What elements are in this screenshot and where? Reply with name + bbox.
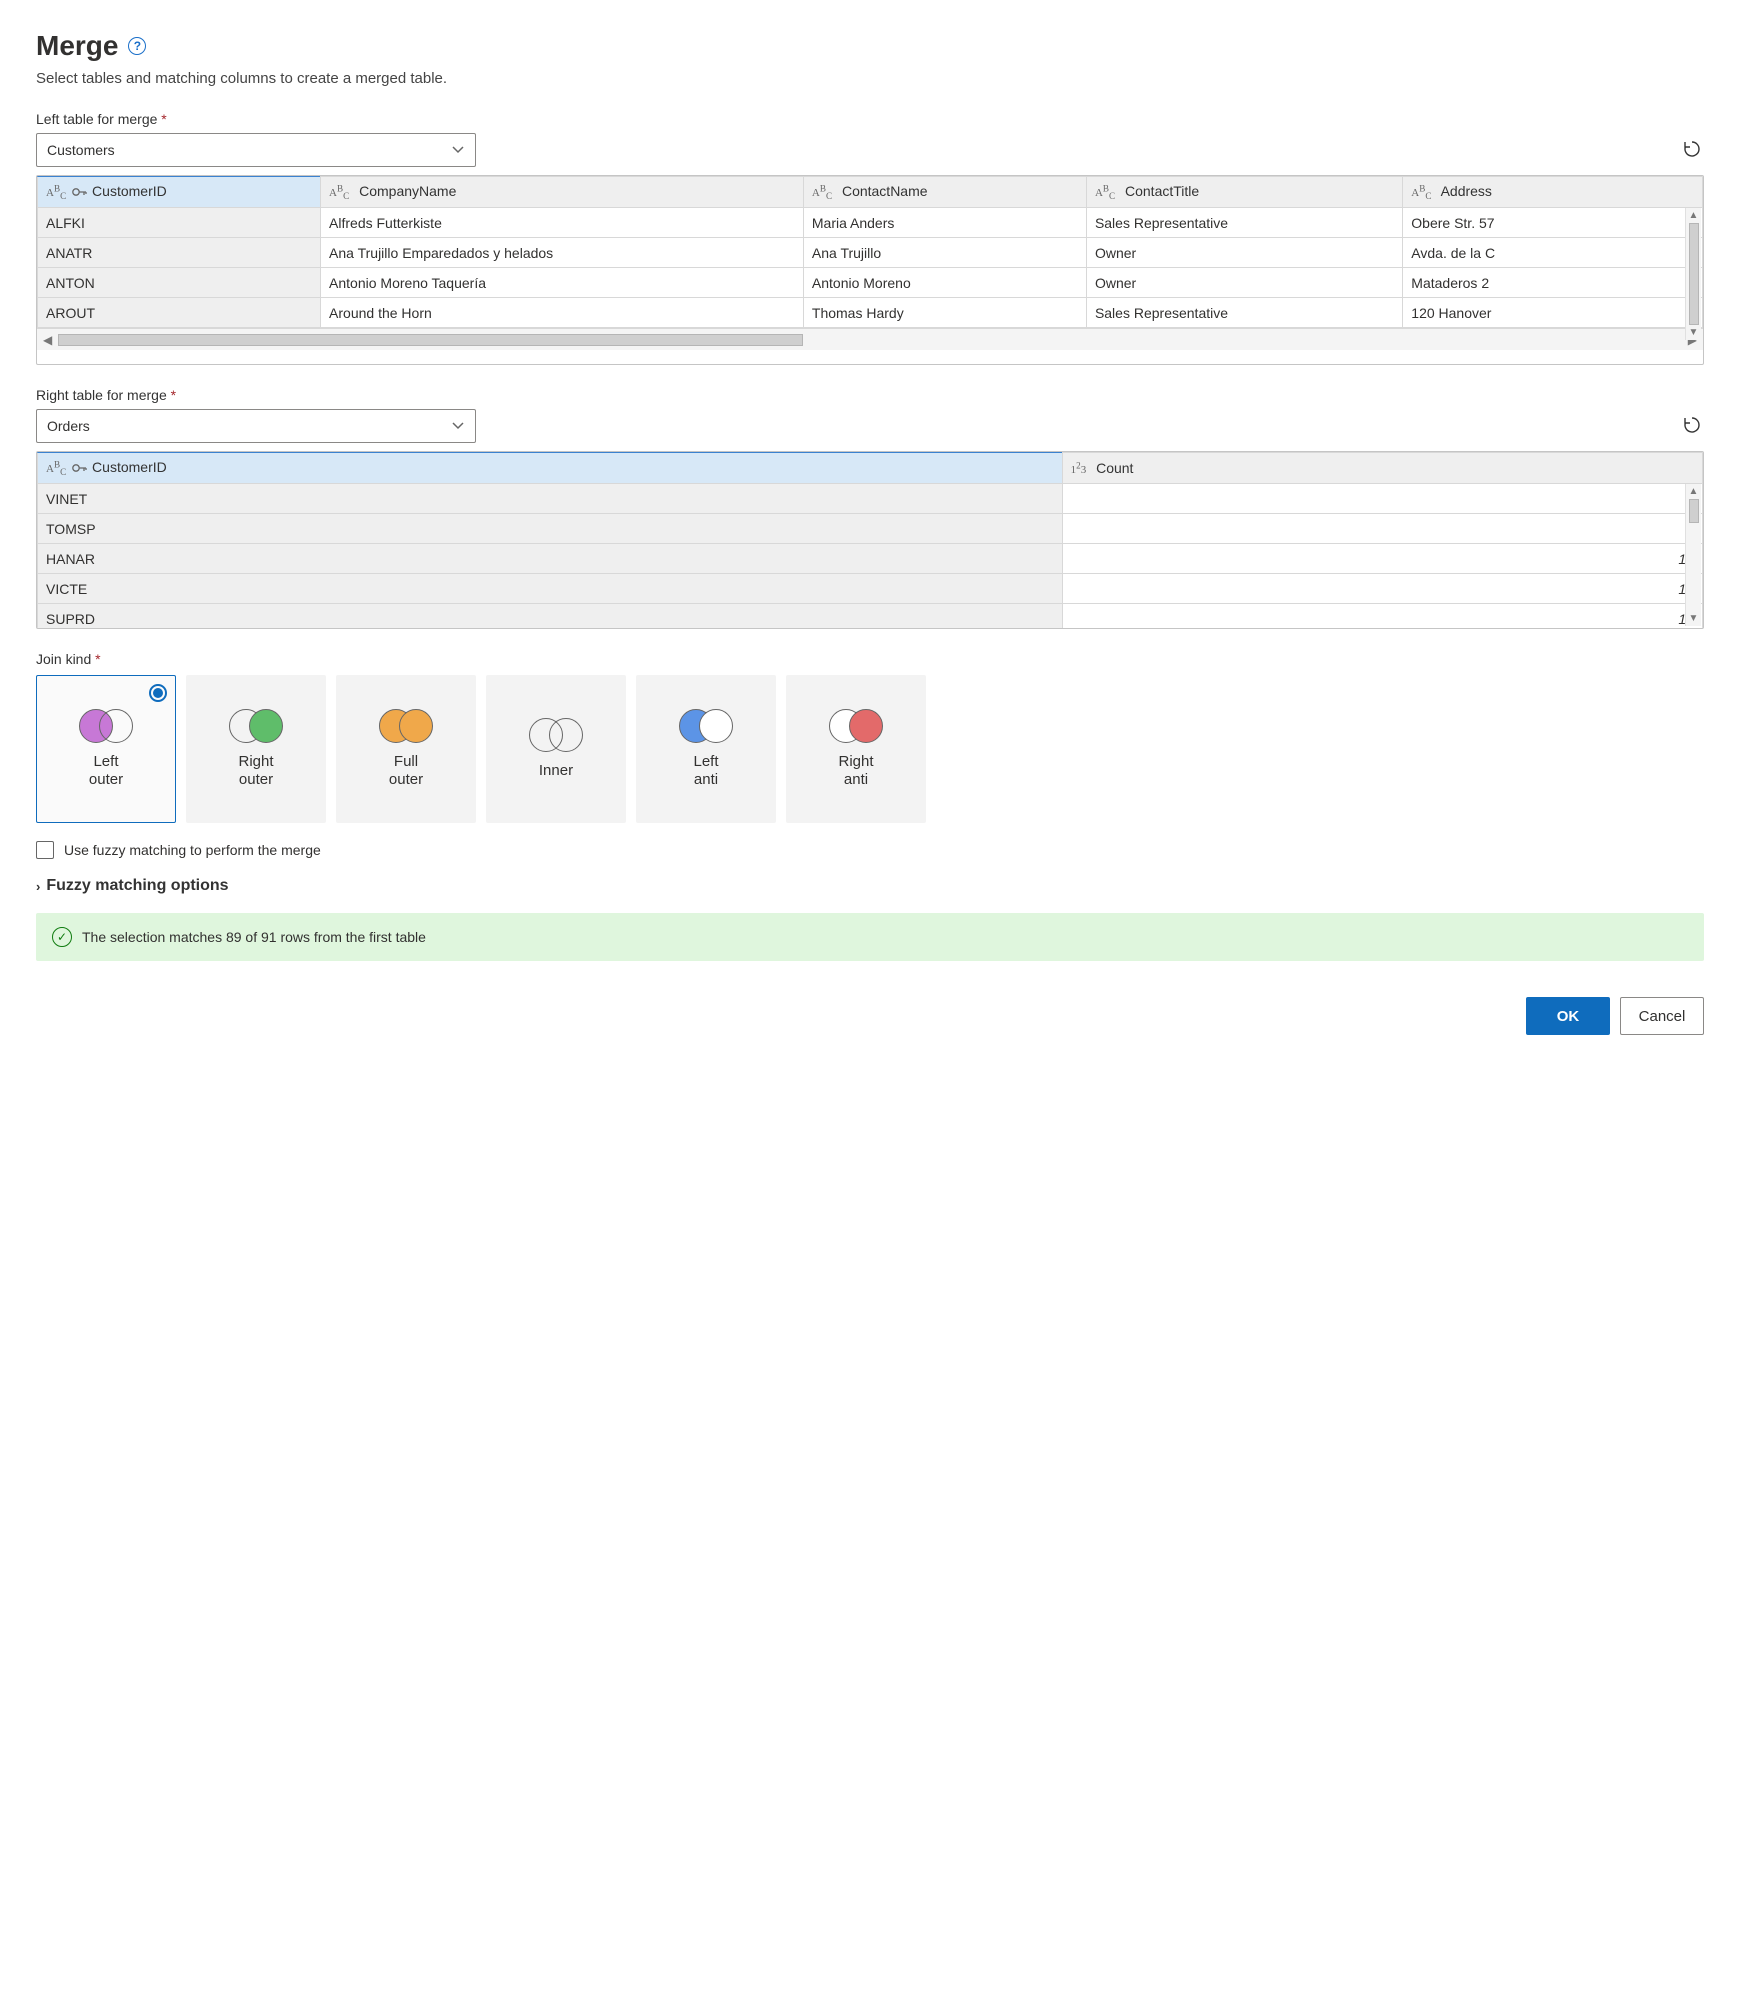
chevron-down-icon [451,419,465,433]
table-cell: Alfreds Futterkiste [321,208,804,238]
help-icon[interactable]: ? [128,37,146,55]
fuzzy-matching-checkbox[interactable] [36,841,54,859]
table-cell: Sales Representative [1086,298,1402,328]
table-cell: Around the Horn [321,298,804,328]
refresh-right-icon[interactable] [1682,415,1704,437]
table-cell: VICTE [38,574,1063,604]
table-cell: Sales Representative [1086,208,1402,238]
table-cell: 120 Hanover [1403,298,1703,328]
venn-icon [79,709,133,743]
right-table-selected-value: Orders [47,418,90,434]
table-cell: 10 [1062,574,1702,604]
right-table-label: Right table for merge * [36,387,1704,403]
column-header-Address[interactable]: ABC Address [1403,177,1703,208]
vertical-scrollbar[interactable]: ▲▼ [1685,484,1701,626]
right-table-preview: ABC CustomerID123 CountVINET5TOMSP6HANAR… [36,451,1704,629]
radio-indicator [149,684,167,702]
left-table-selected-value: Customers [47,142,115,158]
table-cell: Avda. de la C [1403,238,1703,268]
fuzzy-matching-label: Use fuzzy matching to perform the merge [64,842,321,858]
join-kind-label-text: Inner [539,762,573,780]
table-cell: Maria Anders [803,208,1086,238]
table-cell: 6 [1062,514,1702,544]
table-row[interactable]: ANTONAntonio Moreno TaqueríaAntonio More… [38,268,1703,298]
venn-icon [229,709,283,743]
horizontal-scrollbar[interactable]: ◀▶ [37,328,1703,350]
table-cell: HANAR [38,544,1063,574]
table-row[interactable]: SUPRD12 [38,604,1703,629]
left-table-preview: ABC CustomerIDABC CompanyNameABC Contact… [36,175,1704,365]
table-cell: ANTON [38,268,321,298]
join-kind-left-outer[interactable]: Leftouter [36,675,176,823]
table-cell: 14 [1062,544,1702,574]
column-header-CustomerID[interactable]: ABC CustomerID [38,177,321,208]
table-row[interactable]: ALFKIAlfreds FutterkisteMaria AndersSale… [38,208,1703,238]
dialog-title: Merge [36,30,118,62]
column-header-Count[interactable]: 123 Count [1062,453,1702,484]
key-icon [72,459,88,475]
venn-icon [829,709,883,743]
venn-icon [529,718,583,752]
key-icon [72,183,88,199]
table-cell: TOMSP [38,514,1063,544]
cancel-button[interactable]: Cancel [1620,997,1704,1035]
join-kind-label-text: Leftouter [89,753,123,789]
table-cell: Antonio Moreno [803,268,1086,298]
join-kind-full-outer[interactable]: Fullouter [336,675,476,823]
join-kind-label-text: Rightouter [238,753,273,789]
column-header-CompanyName[interactable]: ABC CompanyName [321,177,804,208]
match-status-text: The selection matches 89 of 91 rows from… [82,929,426,945]
table-row[interactable]: AROUTAround the HornThomas HardySales Re… [38,298,1703,328]
join-kind-right-anti[interactable]: Rightanti [786,675,926,823]
table-row[interactable]: ANATRAna Trujillo Emparedados y heladosA… [38,238,1703,268]
join-kind-inner[interactable]: Inner [486,675,626,823]
table-cell: Mataderos 2 [1403,268,1703,298]
join-kind-label: Join kind * [36,651,1704,667]
table-cell: Owner [1086,238,1402,268]
dialog-subtitle: Select tables and matching columns to cr… [36,70,1704,87]
venn-icon [379,709,433,743]
table-cell: SUPRD [38,604,1063,629]
left-table-select[interactable]: Customers [36,133,476,167]
table-cell: Ana Trujillo [803,238,1086,268]
ok-button[interactable]: OK [1526,997,1610,1035]
join-kind-right-outer[interactable]: Rightouter [186,675,326,823]
match-status-bar: ✓ The selection matches 89 of 91 rows fr… [36,913,1704,961]
table-cell: AROUT [38,298,321,328]
join-kind-label-text: Leftanti [693,753,718,789]
table-row[interactable]: HANAR14 [38,544,1703,574]
column-header-CustomerID[interactable]: ABC CustomerID [38,453,1063,484]
venn-icon [679,709,733,743]
table-row[interactable]: VICTE10 [38,574,1703,604]
vertical-scrollbar[interactable]: ▲▼ [1685,208,1701,340]
column-header-ContactTitle[interactable]: ABC ContactTitle [1086,177,1402,208]
join-kind-label-text: Fullouter [389,753,423,789]
table-cell: Obere Str. 57 [1403,208,1703,238]
table-cell: ANATR [38,238,321,268]
left-table-label: Left table for merge * [36,111,1704,127]
table-cell: ALFKI [38,208,321,238]
success-icon: ✓ [52,927,72,947]
column-header-ContactName[interactable]: ABC ContactName [803,177,1086,208]
table-row[interactable]: TOMSP6 [38,514,1703,544]
chevron-right-icon: › [36,879,40,894]
table-cell: VINET [38,484,1063,514]
join-kind-label-text: Rightanti [838,753,873,789]
refresh-left-icon[interactable] [1682,139,1704,161]
table-cell: Thomas Hardy [803,298,1086,328]
fuzzy-options-expander[interactable]: › Fuzzy matching options [36,877,1704,895]
table-row[interactable]: VINET5 [38,484,1703,514]
right-table-select[interactable]: Orders [36,409,476,443]
table-cell: Owner [1086,268,1402,298]
table-cell: Antonio Moreno Taquería [321,268,804,298]
table-cell: 12 [1062,604,1702,629]
join-kind-left-anti[interactable]: Leftanti [636,675,776,823]
table-cell: 5 [1062,484,1702,514]
table-cell: Ana Trujillo Emparedados y helados [321,238,804,268]
chevron-down-icon [451,143,465,157]
